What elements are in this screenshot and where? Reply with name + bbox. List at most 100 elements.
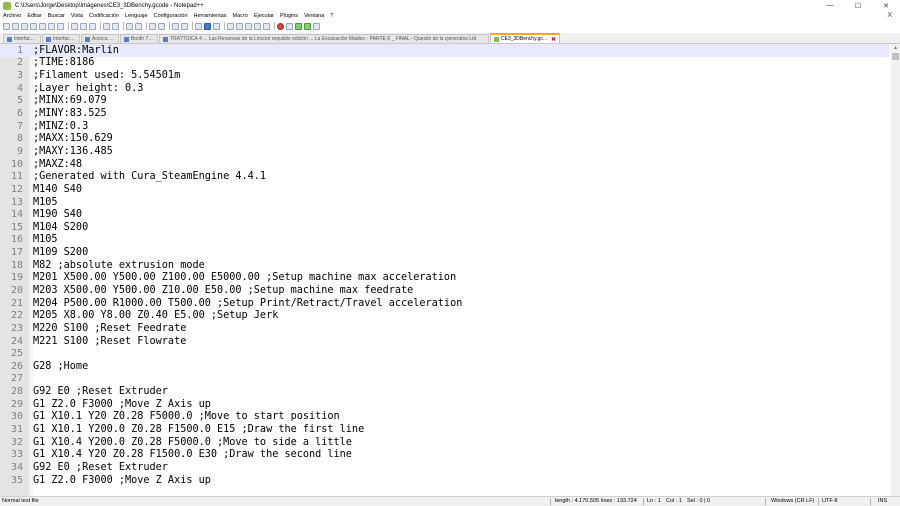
zoom-out-icon[interactable]: [158, 22, 165, 30]
code-line[interactable]: 15 M104 S200: [0, 221, 890, 234]
menu-item[interactable]: Lenguaje: [122, 13, 151, 19]
save-icon[interactable]: [21, 22, 28, 30]
code-line[interactable]: 13 M105: [0, 196, 890, 209]
replace-icon[interactable]: [135, 22, 142, 30]
line-number: 1: [16, 44, 23, 56]
function-list-icon[interactable]: [245, 22, 252, 30]
code-area[interactable]: 1 ;FLAVOR:Marlin 2 ;TIME:8186 3 ;Filament use…: [0, 44, 890, 486]
code-line[interactable]: 32 G1 X10.4 Y200.0 Z0.28 F5000.0 ;Move to…: [0, 436, 890, 449]
code-line[interactable]: 23 M220 S100 ;Reset Feedrate: [0, 322, 890, 335]
code-line[interactable]: 10 ;MAXZ:48: [0, 158, 890, 171]
zoom-in-icon[interactable]: [149, 22, 156, 30]
code-line[interactable]: 14 M190 S40: [0, 208, 890, 221]
menu-item[interactable]: Herramientas: [191, 13, 230, 19]
find-icon[interactable]: [126, 22, 133, 30]
record-macro-icon[interactable]: [277, 22, 284, 30]
menu-item[interactable]: Archivo: [0, 13, 24, 19]
tab-active-document[interactable]: CE3_3DBenchy.gcode ✖: [490, 33, 560, 43]
code-line[interactable]: 33 G1 X10.4 Y20 Z0.28 F1500.0 E30 ;Draw t…: [0, 449, 890, 462]
sync-horizontal-icon[interactable]: [181, 22, 188, 30]
copy-icon[interactable]: [80, 22, 87, 30]
code-line[interactable]: 19 M201 X500.00 Y500.00 Z100.00 E5000.00 …: [0, 272, 890, 285]
code-line[interactable]: 4 ;Layer height: 0.3: [0, 82, 890, 95]
redo-icon[interactable]: [112, 22, 119, 30]
editor[interactable]: 1 ;FLAVOR:Marlin 2 ;TIME:8186 3 ;Filament use…: [0, 44, 900, 496]
print-icon[interactable]: [57, 22, 64, 30]
code-line[interactable]: 34 G92 E0 ;Reset Extruder: [0, 461, 890, 474]
code-line[interactable]: 8 ;MAXX:150.629: [0, 132, 890, 145]
code-line[interactable]: 18 M82 ;absolute extrusion mode: [0, 259, 890, 272]
playback-macro-icon[interactable]: [295, 22, 302, 30]
code-line[interactable]: 20 M203 X500.00 Y500.00 Z10.00 E50.00 ;Se…: [0, 284, 890, 297]
folder-workspace-icon[interactable]: [254, 22, 261, 30]
code-line[interactable]: 31 G1 X10.1 Y200.0 Z0.28 F1500.0 E15 ;Dra…: [0, 423, 890, 436]
minimize-button[interactable]: —: [816, 0, 844, 11]
toolbar-separator: [146, 22, 147, 30]
show-all-characters-icon[interactable]: [204, 22, 211, 30]
code-line[interactable]: 24 M221 S100 ;Reset Flowrate: [0, 335, 890, 348]
code-line[interactable]: 7 ;MINZ:0.3: [0, 120, 890, 133]
code-line[interactable]: 3 ;Filament used: 5.54501m: [0, 69, 890, 82]
menu-item[interactable]: ?: [327, 13, 336, 19]
tab-document[interactable]: Interfaces.dll: [42, 34, 80, 43]
code-line[interactable]: 12 M140 S40: [0, 183, 890, 196]
menu-item[interactable]: Ventana: [301, 13, 327, 19]
code-line[interactable]: 6 ;MINY:83.525: [0, 107, 890, 120]
save-macro-icon[interactable]: [313, 22, 320, 30]
menu-item[interactable]: Configuración: [151, 13, 191, 19]
menu-item[interactable]: Plugins: [277, 13, 301, 19]
menu-item[interactable]: Macro: [230, 13, 251, 19]
code-line[interactable]: 29 G1 Z2.0 F3000 ;Move Z Axis up: [0, 398, 890, 411]
open-file-icon[interactable]: [12, 22, 19, 30]
code-line[interactable]: 21 M204 P500.00 R1000.00 T500.00 ;Setup P…: [0, 297, 890, 310]
code-line[interactable]: 1 ;FLAVOR:Marlin: [0, 44, 890, 57]
indent-guide-icon[interactable]: [213, 22, 220, 30]
code-line[interactable]: 22 M205 X8.00 Y8.00 Z0.40 E5.00 ;Setup Je…: [0, 309, 890, 322]
tab-label: Interfaces.dll: [53, 36, 76, 42]
code-line[interactable]: 35 G1 Z2.0 F3000 ;Move Z Axis up: [0, 474, 890, 487]
code-line[interactable]: 26 G28 ;Home: [0, 360, 890, 373]
status-ln: Ln : 1: [647, 498, 661, 504]
sync-vertical-icon[interactable]: [172, 22, 179, 30]
save-all-icon[interactable]: [30, 22, 37, 30]
scrollbar-thumb[interactable]: [892, 53, 899, 60]
code-line[interactable]: 25: [0, 347, 890, 360]
code-line[interactable]: 30 G1 X10.1 Y20 Z0.28 F5000.0 ;Move to st…: [0, 411, 890, 424]
stop-recording-icon[interactable]: [286, 22, 293, 30]
menu-item[interactable]: Ejecutar: [251, 13, 277, 19]
new-file-icon[interactable]: [3, 22, 10, 30]
close-all-icon[interactable]: [48, 22, 55, 30]
vertical-scrollbar[interactable]: ▲: [891, 44, 900, 496]
menu-item[interactable]: Codificación: [86, 13, 122, 19]
code-text: ;FLAVOR:Marlin: [33, 44, 119, 56]
menu-item[interactable]: Editar: [24, 13, 44, 19]
code-line[interactable]: 27: [0, 373, 890, 386]
code-line[interactable]: 5 ;MINX:69.079: [0, 95, 890, 108]
close-document-icon[interactable]: X: [887, 11, 892, 20]
menu-item[interactable]: Buscar: [45, 13, 68, 19]
tab-close-icon[interactable]: ✖: [551, 36, 556, 43]
run-macro-multiple-icon[interactable]: [304, 22, 311, 30]
monitoring-icon[interactable]: [263, 22, 270, 30]
tab-document[interactable]: Interfaces.dll: [3, 34, 41, 43]
tab-document[interactable]: Booth 7.0.dll: [120, 34, 158, 43]
code-line[interactable]: 17 M109 S200: [0, 246, 890, 259]
undo-icon[interactable]: [103, 22, 110, 30]
user-language-icon[interactable]: [227, 22, 234, 30]
close-file-icon[interactable]: [39, 22, 46, 30]
paste-icon[interactable]: [89, 22, 96, 30]
code-line[interactable]: 2 ;TIME:8186: [0, 57, 890, 70]
code-line[interactable]: 11 ;Generated with Cura_SteamEngine 4.4.1: [0, 170, 890, 183]
tab-document[interactable]: TRATTOICA 4 ... Las Revanvas de la Linco…: [159, 34, 489, 43]
code-line[interactable]: 16 M105: [0, 234, 890, 247]
cut-icon[interactable]: [71, 22, 78, 30]
word-wrap-icon[interactable]: [195, 22, 202, 30]
menu-item[interactable]: Vista: [68, 13, 86, 19]
code-line[interactable]: 28 G92 E0 ;Reset Extruder: [0, 385, 890, 398]
scroll-up-arrow-icon[interactable]: ▲: [891, 44, 900, 52]
code-line[interactable]: 9 ;MAXY:136.485: [0, 145, 890, 158]
tab-document[interactable]: Acerca del: [81, 34, 119, 43]
close-window-button[interactable]: ✕: [872, 0, 900, 11]
document-map-icon[interactable]: [236, 22, 243, 30]
maximize-button[interactable]: ☐: [844, 0, 872, 11]
